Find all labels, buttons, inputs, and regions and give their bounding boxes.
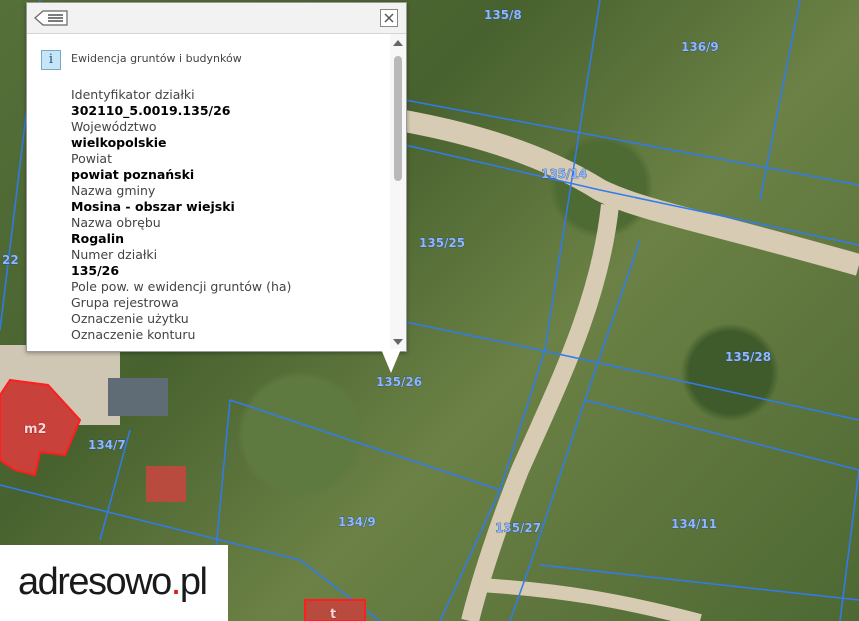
- popup-header: [27, 3, 406, 34]
- building-label: t: [330, 607, 336, 621]
- parcel-label: 135/28: [725, 350, 771, 364]
- attribute-value: 302110_5.0019.135/26: [71, 103, 231, 118]
- section-title: Ewidencja gruntów i budynków: [71, 52, 242, 65]
- scroll-thumb[interactable]: [394, 56, 402, 181]
- attribute-label: Oznaczenie użytku: [71, 311, 189, 326]
- attribute-list: Identyfikator działki 302110_5.0019.135/2…: [71, 87, 371, 343]
- attribute-label: Powiat: [71, 151, 112, 166]
- parcel-label: 134/9: [338, 515, 376, 529]
- back-list-button[interactable]: [33, 9, 69, 27]
- scroll-up-arrow-icon[interactable]: [393, 40, 403, 46]
- popup-scrollbar[interactable]: [390, 34, 406, 351]
- solar-roof: [108, 378, 168, 416]
- attribute-label: Województwo: [71, 119, 157, 134]
- building-label: m2: [24, 422, 47, 437]
- popup-pointer: [381, 349, 401, 373]
- parcel-label: 135/27: [495, 521, 541, 535]
- logo-dot: .: [170, 561, 182, 603]
- parcel-label: 135/14: [541, 167, 587, 181]
- adresowo-logo[interactable]: adresowo.pl: [0, 545, 228, 621]
- parcel-label: 134/11: [671, 517, 717, 531]
- attribute-value: powiat poznański: [71, 167, 195, 182]
- popup-content[interactable]: i Ewidencja gruntów i budynków Identyfik…: [27, 34, 390, 351]
- parcel-label: 135/25: [419, 236, 465, 250]
- info-icon: i: [41, 50, 61, 70]
- attribute-value: Mosina - obszar wiejski: [71, 199, 235, 214]
- logo-tld: pl: [179, 561, 208, 603]
- parcel-info-popup: i Ewidencja gruntów i budynków Identyfik…: [26, 2, 407, 352]
- parcel-label: 135/26: [376, 375, 422, 389]
- attribute-label: Grupa rejestrowa: [71, 295, 179, 310]
- parcel-label: 136/9: [681, 40, 719, 54]
- attribute-value: Rogalin: [71, 231, 125, 246]
- logo-name: adresowo: [18, 561, 172, 603]
- roof-small: [146, 466, 186, 502]
- parcel-label: 22: [2, 253, 19, 267]
- attribute-label: Numer działki: [71, 247, 158, 262]
- attribute-label: Nazwa obrębu: [71, 215, 161, 230]
- attribute-label: Oznaczenie konturu: [71, 327, 196, 342]
- scroll-down-arrow-icon[interactable]: [393, 339, 403, 345]
- attribute-label: Nazwa gminy: [71, 183, 156, 198]
- road-branch: [461, 204, 619, 621]
- close-button[interactable]: [380, 9, 398, 27]
- attribute-label: Pole pow. w ewidencji gruntów (ha): [71, 279, 292, 294]
- parcel-label: 134/7: [88, 438, 126, 452]
- road-south: [479, 578, 702, 621]
- back-list-icon: [34, 10, 68, 26]
- close-icon: [384, 13, 394, 23]
- attribute-value: wielkopolskie: [71, 135, 167, 150]
- attribute-value: 135/26: [71, 263, 120, 278]
- logo-text: adresowo.pl: [18, 561, 208, 604]
- parcel-label: 135/8: [484, 8, 522, 22]
- attribute-label: Identyfikator działki: [71, 87, 195, 102]
